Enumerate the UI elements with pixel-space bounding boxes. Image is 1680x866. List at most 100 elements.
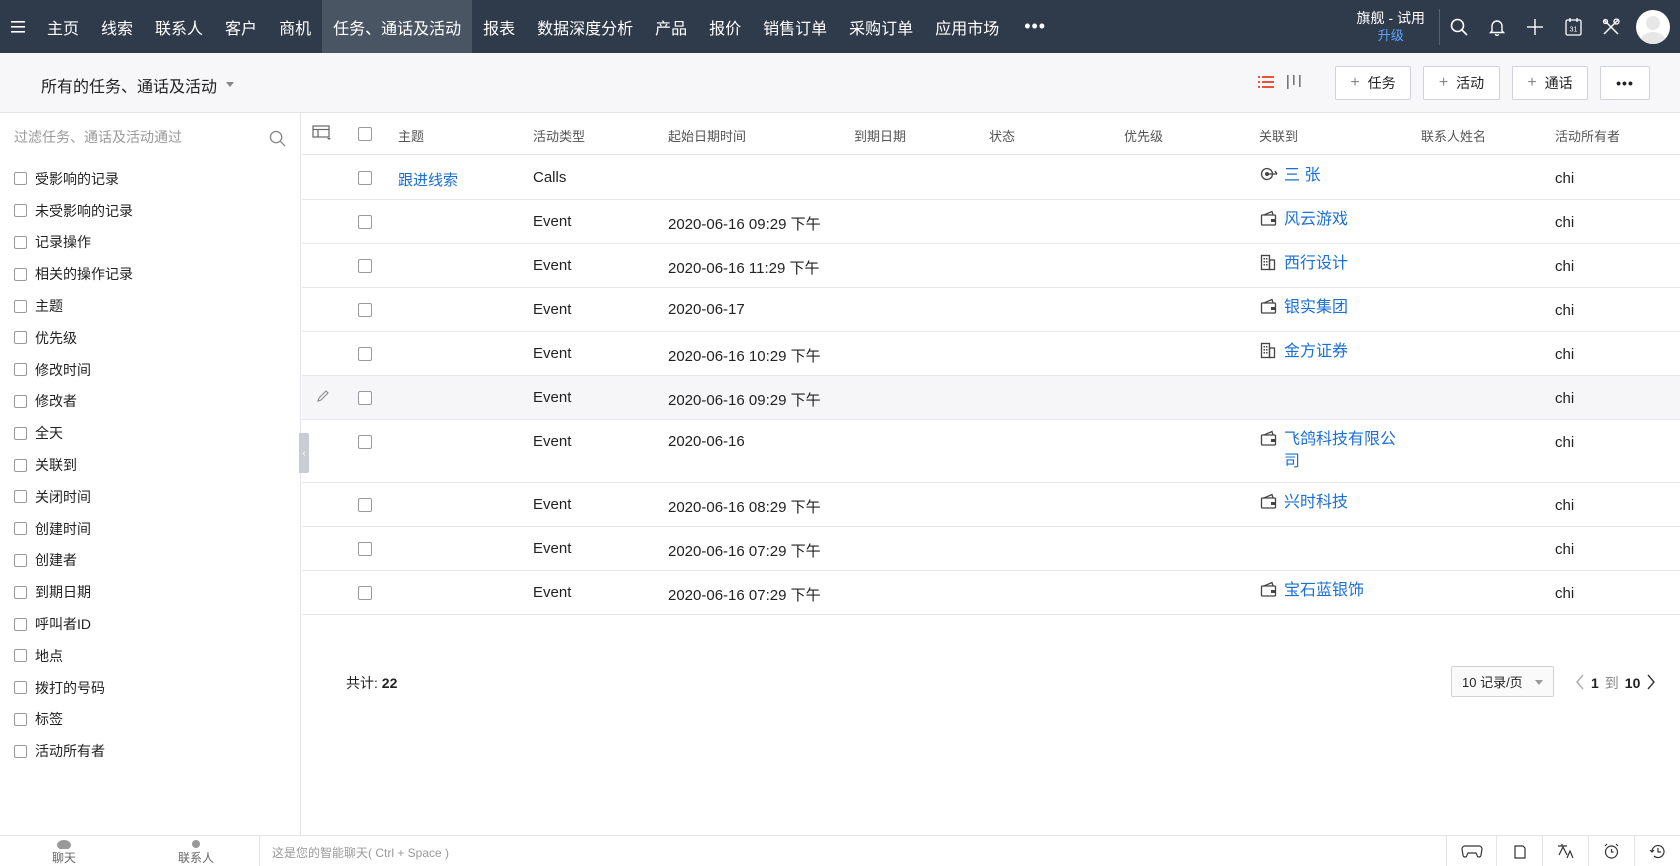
filter-checkbox[interactable] <box>14 553 27 567</box>
filter-checkbox[interactable] <box>14 363 27 377</box>
more-actions-button[interactable]: ••• <box>1600 66 1650 100</box>
table-row[interactable]: Event 2020-06-16 09:29 下午 chi <box>302 376 1680 420</box>
filter-checkbox[interactable] <box>14 299 27 313</box>
filter-item[interactable]: 呼叫者ID <box>14 608 133 640</box>
related-link[interactable]: 飞鸽科技有限公司 <box>1284 429 1406 473</box>
select-all-checkbox[interactable] <box>358 127 372 141</box>
table-row[interactable]: Event 2020-06-16 10:29 下午 金方证券 chi <box>302 332 1680 376</box>
column-chooser-icon[interactable] <box>312 125 332 144</box>
column-header-type[interactable]: 活动类型 <box>533 126 585 145</box>
filter-checkbox[interactable] <box>14 394 27 408</box>
filter-item[interactable]: 关闭时间 <box>14 481 133 513</box>
chevron-down-icon[interactable] <box>226 82 234 87</box>
filter-item[interactable]: 记录操作 <box>14 227 133 259</box>
related-link[interactable]: 金方证券 <box>1284 341 1406 363</box>
filter-checkbox[interactable] <box>14 490 27 504</box>
filter-checkbox[interactable] <box>14 331 27 345</box>
filter-checkbox[interactable] <box>14 426 27 440</box>
filter-checkbox[interactable] <box>14 585 27 599</box>
search-icon[interactable] <box>269 130 286 150</box>
filter-item[interactable]: 创建者 <box>14 545 133 577</box>
related-link[interactable]: 银实集团 <box>1284 297 1406 319</box>
related-cell[interactable]: 西行设计 <box>1260 253 1406 275</box>
filter-search-input[interactable] <box>14 129 254 145</box>
filter-item[interactable]: 主题 <box>14 290 133 322</box>
column-header-owner[interactable]: 活动所有者 <box>1555 126 1620 145</box>
related-cell[interactable]: 三 张 <box>1260 165 1406 187</box>
subject-cell[interactable]: 跟进线索 <box>398 169 458 190</box>
related-link[interactable]: 三 张 <box>1284 165 1406 187</box>
related-link[interactable]: 兴时科技 <box>1284 492 1406 514</box>
translate-icon[interactable] <box>1542 836 1588 866</box>
related-cell[interactable]: 兴时科技 <box>1260 492 1406 514</box>
filter-item[interactable]: 受影响的记录 <box>14 163 133 195</box>
column-header-subject[interactable]: 主题 <box>398 126 424 145</box>
filter-checkbox[interactable] <box>14 458 27 472</box>
filter-checkbox[interactable] <box>14 522 27 536</box>
nav-tab-9[interactable]: 报价 <box>698 0 752 53</box>
row-checkbox[interactable] <box>358 259 372 273</box>
upgrade-link[interactable]: 升级 <box>1357 27 1425 45</box>
table-row[interactable]: 跟进线索 Calls 三 张 chi <box>302 155 1680 200</box>
list-view-icon[interactable] <box>1258 74 1274 93</box>
filter-item[interactable]: 到期日期 <box>14 576 133 608</box>
row-checkbox[interactable] <box>358 542 372 556</box>
row-checkbox[interactable] <box>358 171 372 185</box>
column-header-start[interactable]: 起始日期时间 <box>668 126 746 145</box>
row-checkbox[interactable] <box>358 498 372 512</box>
table-row[interactable]: Event 2020-06-16 09:29 下午 风云游戏 chi <box>302 200 1680 244</box>
plus-icon[interactable] <box>1516 0 1554 53</box>
filter-item[interactable]: 修改者 <box>14 386 133 418</box>
settings-tools-icon[interactable] <box>1592 0 1630 53</box>
nav-tab-2[interactable]: 联系人 <box>144 0 214 53</box>
nav-tab-5[interactable]: 任务、通话及活动 <box>322 0 473 53</box>
row-checkbox[interactable] <box>358 586 372 600</box>
nav-tab-12[interactable]: 应用市场 <box>924 0 1010 53</box>
filter-checkbox[interactable] <box>14 617 27 631</box>
row-checkbox[interactable] <box>358 391 372 405</box>
avatar[interactable] <box>1636 9 1670 44</box>
row-checkbox[interactable] <box>358 215 372 229</box>
nav-tab-11[interactable]: 采购订单 <box>838 0 924 53</box>
related-cell[interactable]: 金方证券 <box>1260 341 1406 363</box>
note-icon[interactable] <box>1496 836 1542 866</box>
filter-item[interactable]: 相关的操作记录 <box>14 258 133 290</box>
edit-pencil-icon[interactable] <box>316 389 330 406</box>
nav-tab-7[interactable]: 数据深度分析 <box>526 0 644 53</box>
view-selector[interactable]: 所有的任务、通话及活动 <box>41 73 217 97</box>
column-header-priority[interactable]: 优先级 <box>1124 126 1163 145</box>
nav-tab-8[interactable]: 产品 <box>644 0 698 53</box>
prev-page-icon[interactable] <box>1575 674 1585 693</box>
filter-item[interactable]: 关联到 <box>14 449 133 481</box>
filter-checkbox[interactable] <box>14 744 27 758</box>
related-cell[interactable]: 风云游戏 <box>1260 209 1406 231</box>
filter-checkbox[interactable] <box>14 267 27 281</box>
alarm-clock-icon[interactable] <box>1588 836 1634 866</box>
add-event-button[interactable]: + 活动 <box>1423 66 1500 100</box>
column-header-status[interactable]: 状态 <box>989 126 1015 145</box>
column-header-due[interactable]: 到期日期 <box>854 126 906 145</box>
row-checkbox[interactable] <box>358 435 372 449</box>
filter-item[interactable]: 拨打的号码 <box>14 672 133 704</box>
filter-checkbox[interactable] <box>14 712 27 726</box>
calendar-icon[interactable]: 31 <box>1554 0 1592 53</box>
add-call-button[interactable]: + 通话 <box>1512 66 1588 100</box>
related-cell[interactable]: 宝石蓝银饰 <box>1260 580 1406 602</box>
row-checkbox[interactable] <box>358 303 372 317</box>
filter-item[interactable]: 活动所有者 <box>14 735 133 767</box>
filter-checkbox[interactable] <box>14 172 27 186</box>
chat-tab[interactable]: 聊天 <box>44 836 84 866</box>
row-checkbox[interactable] <box>358 347 372 361</box>
filter-item[interactable]: 未受影响的记录 <box>14 195 133 227</box>
history-icon[interactable] <box>1634 836 1680 866</box>
table-row[interactable]: Event 2020-06-16 07:29 下午 chi <box>302 527 1680 571</box>
filter-checkbox[interactable] <box>14 681 27 695</box>
menu-icon[interactable] <box>0 0 36 53</box>
table-row[interactable]: Event 2020-06-16 11:29 下午 西行设计 chi <box>302 244 1680 288</box>
kanban-view-icon[interactable] <box>1286 74 1302 93</box>
filter-checkbox[interactable] <box>14 235 27 249</box>
related-cell[interactable]: 飞鸽科技有限公司 <box>1260 429 1406 473</box>
filter-item[interactable]: 标签 <box>14 704 133 736</box>
next-page-icon[interactable] <box>1646 674 1656 693</box>
filter-checkbox[interactable] <box>14 204 27 218</box>
